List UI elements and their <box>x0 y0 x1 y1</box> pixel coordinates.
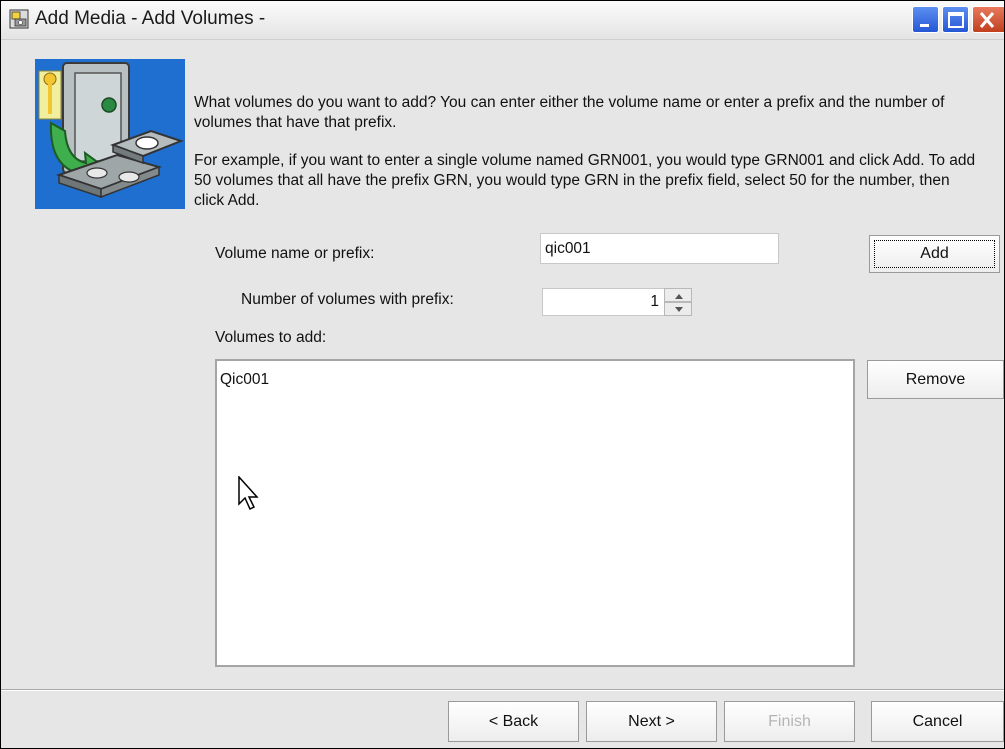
back-button-label: < Back <box>488 713 539 730</box>
finish-button[interactable]: Finish <box>724 701 855 742</box>
chevron-down-icon <box>675 307 683 312</box>
close-button[interactable] <box>972 6 1004 33</box>
next-button-label: Next > <box>628 713 675 730</box>
cancel-button-label: Cancel <box>912 713 963 730</box>
number-of-volumes-label: Number of volumes with prefix: <box>241 291 454 308</box>
next-button[interactable]: Next > <box>586 701 717 742</box>
media-safe-icon <box>35 59 185 209</box>
window-title: Add Media - Add Volumes - <box>35 8 266 29</box>
focus-ring <box>874 240 995 268</box>
add-button[interactable]: Add <box>869 235 1000 273</box>
minimize-button[interactable] <box>912 6 939 33</box>
instructions-paragraph: What volumes do you want to add? You can… <box>194 94 945 131</box>
minimize-icon <box>920 24 929 27</box>
footer-separator <box>1 689 1004 691</box>
volume-name-input[interactable] <box>540 233 779 264</box>
title-bar[interactable]: Add Media - Add Volumes - <box>1 1 1004 40</box>
maximize-button[interactable] <box>942 6 969 33</box>
add-volumes-dialog: Add Media - Add Volumes - What volumes d… <box>0 0 1005 749</box>
example-paragraph: For example, if you want to enter a sing… <box>194 152 976 209</box>
finish-button-label: Finish <box>768 713 811 730</box>
spinner-down-button[interactable] <box>664 302 692 316</box>
chevron-up-icon <box>675 294 683 299</box>
volume-name-label: Volume name or prefix: <box>215 245 375 262</box>
list-item[interactable]: Qic001 <box>220 371 269 389</box>
volumes-list[interactable]: Qic001 <box>215 359 855 667</box>
app-icon <box>9 9 29 29</box>
mouse-cursor-icon <box>238 476 259 511</box>
back-button[interactable]: < Back <box>448 701 579 742</box>
number-of-volumes-input[interactable] <box>542 288 665 316</box>
spinner-up-button[interactable] <box>664 288 692 302</box>
cancel-button[interactable]: Cancel <box>871 701 1004 742</box>
volumes-to-add-label: Volumes to add: <box>215 329 327 346</box>
remove-button-label: Remove <box>905 371 966 388</box>
close-icon <box>979 12 995 28</box>
maximize-icon <box>948 12 964 28</box>
remove-button[interactable]: Remove <box>867 360 1004 399</box>
